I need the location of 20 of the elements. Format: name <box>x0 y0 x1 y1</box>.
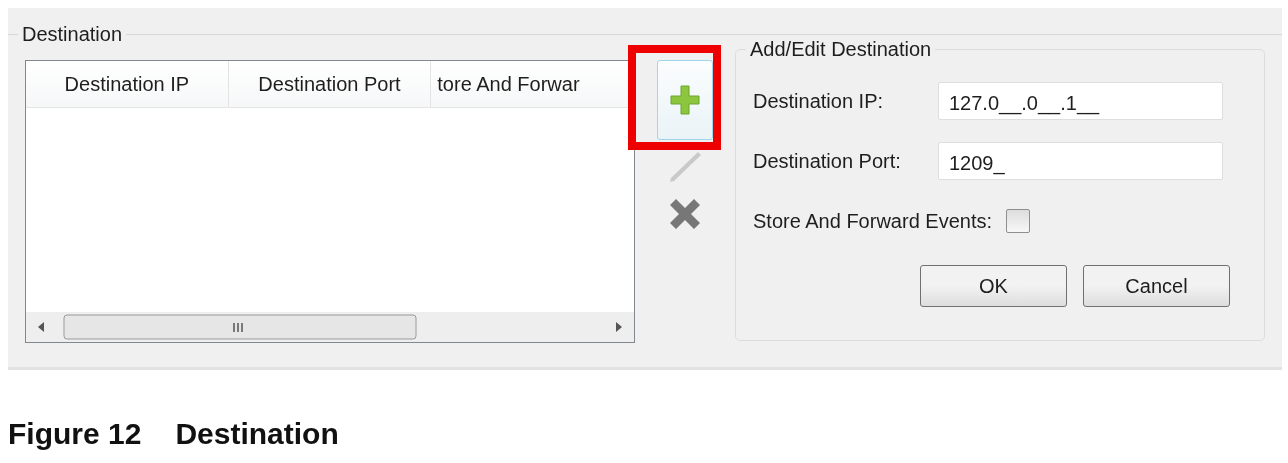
input-field[interactable]: 1209_ <box>938 142 1223 180</box>
column-header[interactable]: tore And Forwar <box>431 61 634 107</box>
dialog-button[interactable]: Cancel <box>1083 265 1230 307</box>
field-label: Destination Port: <box>753 149 902 173</box>
destination-table[interactable]: Destination IP Destination Port tore And Forwar <box>25 60 635 343</box>
figure-title: Destination <box>175 417 339 451</box>
checkbox[interactable] <box>1006 209 1030 233</box>
column-header[interactable]: Destination IP <box>26 61 229 107</box>
field-label: Store And Forward Events: <box>753 209 992 233</box>
group-title: Add/Edit Destination <box>749 38 933 61</box>
input-field[interactable]: 127.0__.0__.1__ <box>938 82 1223 120</box>
horizontal-scrollbar[interactable] <box>26 312 634 342</box>
group-title: Destination <box>21 23 124 46</box>
plus-icon <box>669 84 701 116</box>
field-label: Destination IP: <box>753 89 885 113</box>
column-header[interactable]: Destination Port <box>228 61 432 107</box>
dialog-button[interactable]: OK <box>920 265 1067 307</box>
add-button[interactable] <box>657 60 713 140</box>
pencil-icon <box>668 149 702 183</box>
figure-number: Figure 12 <box>8 417 142 451</box>
